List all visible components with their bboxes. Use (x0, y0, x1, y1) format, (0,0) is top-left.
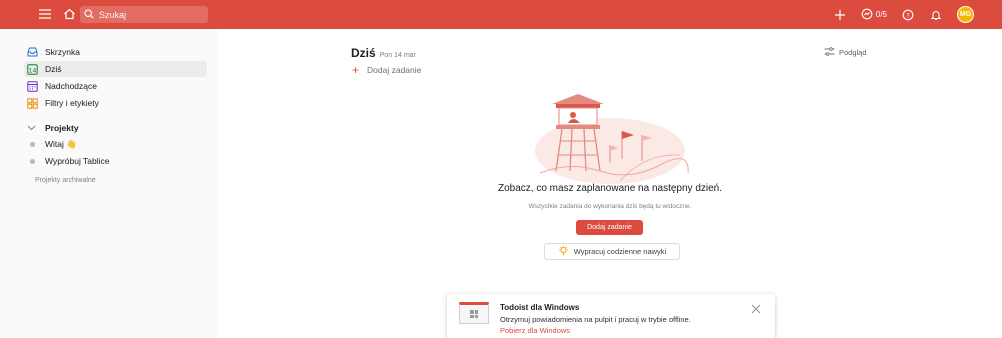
search-input[interactable] (99, 9, 199, 20)
empty-state-illustration (535, 94, 689, 184)
archived-projects-link[interactable]: Projekty archiwalne (24, 177, 207, 184)
sidebar-item-filters[interactable]: Filtry i etykiety (24, 95, 207, 111)
page-date: Pon 14 mar (379, 52, 416, 59)
daily-habits-label: Wypracuj codzienne nawyki (573, 247, 667, 256)
plus-icon: + (352, 63, 360, 77)
toast-download-link[interactable]: Pobierz dla Windows (500, 326, 570, 335)
add-task-button[interactable]: Dodaj zadanie (576, 220, 643, 235)
avatar[interactable]: MG (957, 6, 974, 23)
search-box[interactable] (80, 6, 208, 23)
sliders-icon (824, 47, 835, 58)
svg-text:14: 14 (29, 67, 37, 74)
bell-icon[interactable] (929, 8, 943, 22)
add-task-label: Dodaj zadanie (367, 65, 422, 75)
projects-heading: Projekty (45, 123, 79, 133)
download-windows-toast: Todoist dla Windows Otrzymuj powiadomien… (447, 294, 775, 338)
sidebar-project-boards[interactable]: Wypróbuj Tablice (24, 153, 207, 169)
chevron-down-icon[interactable] (27, 123, 36, 133)
close-icon[interactable] (750, 303, 761, 314)
empty-state-subtitle: Wszystkie zadania do wykonania dziś będą… (528, 203, 692, 210)
projects-header[interactable]: Projekty (24, 120, 207, 136)
sidebar-item-label: Skrzynka (45, 47, 80, 57)
search-icon (84, 6, 94, 24)
page-title: Dziś Pon 14 mar (351, 46, 416, 60)
lightbulb-icon (558, 245, 569, 258)
project-dot-icon (30, 158, 35, 164)
sidebar-item-label: Filtry i etykiety (45, 98, 99, 108)
page-title-text: Dziś (351, 46, 376, 60)
menu-icon[interactable] (38, 7, 52, 21)
sidebar-item-label: Nadchodzące (45, 81, 97, 91)
plus-icon[interactable] (833, 8, 847, 22)
project-dot-icon (30, 141, 35, 147)
karma-button[interactable]: 0/5 (861, 8, 887, 22)
home-icon[interactable] (62, 7, 76, 21)
view-options-label: Podgląd (839, 48, 867, 57)
project-label: Wypróbuj Tablice (45, 156, 110, 166)
sidebar-item-upcoming[interactable]: Nadchodzące (24, 78, 207, 94)
daily-habits-button[interactable]: Wypracuj codzienne nawyki (544, 243, 680, 260)
windows-app-icon (459, 302, 489, 324)
add-task-inline[interactable]: + Dodaj zadanie (352, 63, 422, 77)
project-label: Witaj 👋 (45, 138, 77, 149)
top-bar: 0/5 ? MG (0, 0, 1002, 29)
toast-body: Otrzymuj powiadomienia na pulpit i pracu… (500, 315, 691, 324)
karma-icon (861, 8, 873, 22)
toast-title: Todoist dla Windows (500, 303, 580, 312)
sidebar-item-label: Dziś (45, 64, 62, 74)
calendar-today-icon: 14 (27, 63, 38, 75)
karma-count: 0/5 (875, 10, 887, 19)
calendar-upcoming-icon (27, 80, 38, 92)
svg-text:?: ? (906, 11, 909, 19)
inbox-icon (27, 47, 38, 58)
help-icon[interactable]: ? (901, 8, 915, 22)
filters-labels-icon (27, 97, 38, 109)
sidebar-project-welcome[interactable]: Witaj 👋 (24, 136, 207, 152)
view-options-button[interactable]: Podgląd (824, 47, 867, 58)
empty-state-title: Zobacz, co masz zaplanowane na następny … (497, 183, 723, 194)
sidebar-item-inbox[interactable]: Skrzynka (24, 44, 207, 60)
sidebar-item-today[interactable]: 14 Dziś (24, 61, 207, 77)
sidebar: Skrzynka 14 Dziś Nadchodzące Filtry i et… (0, 29, 217, 338)
